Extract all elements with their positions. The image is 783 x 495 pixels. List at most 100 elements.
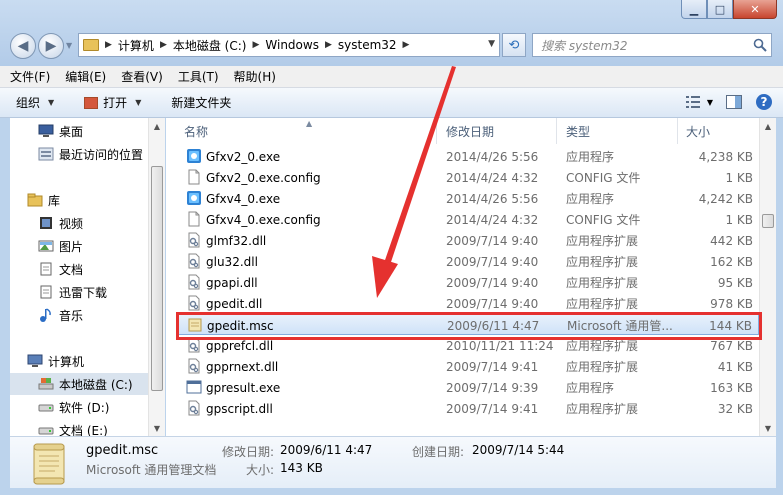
- scroll-down-icon[interactable]: ▼: [149, 420, 165, 436]
- file-name: Gfxv4_0.exe.config: [206, 212, 321, 227]
- file-row[interactable]: Gfxv4_0.exe 2014/4/26 5:56 应用程序 4,242 KB: [176, 188, 759, 209]
- breadcrumb-system32[interactable]: system32: [338, 38, 397, 52]
- menu-edit[interactable]: 编辑(E): [65, 68, 106, 85]
- breadcrumb-separator-icon[interactable]: ▶: [403, 40, 410, 50]
- menu-view[interactable]: 查看(V): [121, 68, 163, 85]
- downloads-folder-icon: [38, 284, 54, 300]
- file-row[interactable]: gpscript.dll 2009/7/14 9:41 应用程序扩展 32 KB: [176, 398, 759, 419]
- scrollbar-thumb[interactable]: [762, 214, 774, 228]
- menu-help[interactable]: 帮助(H): [234, 68, 276, 85]
- open-button[interactable]: 打开 ▼: [84, 94, 141, 111]
- app-file-icon: [186, 379, 202, 395]
- preview-pane-icon[interactable]: [725, 93, 743, 111]
- menu-tools[interactable]: 工具(T): [178, 68, 219, 85]
- nav-item-documents-e[interactable]: 文档 (E:): [38, 419, 108, 436]
- file-list-scrollbar[interactable]: ▲ ▼: [759, 118, 776, 436]
- close-button[interactable]: ✕: [733, 0, 777, 19]
- column-header-name[interactable]: 名称: [170, 118, 440, 144]
- computer-icon: [27, 353, 43, 369]
- back-button[interactable]: ◀: [10, 33, 36, 59]
- file-type: CONFIG 文件: [566, 171, 641, 185]
- breadcrumb-local-disk[interactable]: 本地磁盘 (C:): [173, 37, 247, 54]
- file-row[interactable]: glmf32.dll 2009/7/14 9:40 应用程序扩展 442 KB: [176, 230, 759, 251]
- file-row[interactable]: Gfxv2_0.exe.config 2014/4/24 4:32 CONFIG 文…: [176, 167, 759, 188]
- breadcrumb-separator-icon[interactable]: ▶: [160, 40, 167, 50]
- file-modified-date: 2009/7/14 9:40: [446, 233, 539, 248]
- dll-file-icon: [186, 253, 202, 269]
- nav-item-software-d[interactable]: 软件 (D:): [38, 396, 109, 418]
- breadcrumb-separator-icon[interactable]: ▶: [252, 40, 259, 50]
- recent-pages-dropdown-icon[interactable]: ▼: [66, 41, 72, 50]
- file-row[interactable]: gpedit.dll 2009/7/14 9:40 应用程序扩展 978 KB: [176, 293, 759, 314]
- search-icon[interactable]: [749, 34, 771, 56]
- file-modified-date: 2009/7/14 9:40: [446, 254, 539, 269]
- file-modified-date: 2014/4/26 5:56: [446, 149, 539, 164]
- breadcrumb-separator-icon[interactable]: ▶: [325, 40, 332, 50]
- file-type: CONFIG 文件: [566, 213, 641, 227]
- nav-item-local-disk-c[interactable]: 本地磁盘 (C:): [10, 373, 148, 395]
- file-name: gpapi.dll: [206, 275, 258, 290]
- window-titlebar: ▁ □ ✕ ◀ ▶ ▼ ▶ 计算机 ▶ 本地磁盘 (C:) ▶ Windows …: [0, 0, 783, 66]
- scrollbar-thumb[interactable]: [151, 166, 163, 391]
- nav-item-documents[interactable]: 文档: [38, 258, 83, 280]
- file-modified-date: 2009/7/14 9:40: [446, 275, 539, 290]
- drive-icon: [38, 422, 54, 436]
- nav-item-videos[interactable]: 视频: [38, 212, 83, 234]
- file-type: 应用程序扩展: [566, 297, 639, 311]
- search-input[interactable]: 搜索 system32: [532, 33, 772, 57]
- change-view-icon[interactable]: [685, 93, 703, 111]
- breadcrumb-windows[interactable]: Windows: [265, 38, 319, 52]
- file-size: 1 KB: [725, 170, 753, 185]
- new-folder-label: 新建文件夹: [171, 96, 232, 110]
- navigation-scrollbar[interactable]: ▲ ▼: [148, 118, 165, 436]
- scroll-up-icon[interactable]: ▲: [760, 118, 776, 134]
- details-filename: gpedit.msc: [86, 443, 159, 458]
- window-controls: ▁ □ ✕: [681, 0, 777, 19]
- dll-file-icon: [186, 358, 202, 374]
- column-header-date[interactable]: 修改日期: [432, 118, 552, 144]
- view-dropdown-icon[interactable]: ▼: [707, 98, 713, 107]
- maximize-button[interactable]: □: [707, 0, 733, 19]
- new-folder-button[interactable]: 新建文件夹: [171, 94, 231, 111]
- breadcrumb-separator-icon[interactable]: ▶: [105, 40, 112, 50]
- breadcrumb-computer[interactable]: 计算机: [118, 37, 154, 54]
- column-header-size[interactable]: 大小: [672, 118, 752, 144]
- doc-file-icon: [186, 169, 202, 185]
- file-size: 1 KB: [725, 212, 753, 227]
- address-bar[interactable]: ▶ 计算机 ▶ 本地磁盘 (C:) ▶ Windows ▶ system32 ▶…: [78, 33, 500, 57]
- nav-item-desktop[interactable]: 桌面: [38, 120, 83, 142]
- file-name: Gfxv4_0.exe: [206, 191, 281, 206]
- file-row[interactable]: glu32.dll 2009/7/14 9:40 应用程序扩展 162 KB: [176, 251, 759, 272]
- help-icon[interactable]: ?: [755, 93, 773, 111]
- nav-item-libraries[interactable]: 库: [27, 189, 60, 211]
- menu-bar: 文件(F) 编辑(E) 查看(V) 工具(T) 帮助(H): [0, 66, 783, 88]
- file-row[interactable]: gpprnext.dll 2009/7/14 9:41 应用程序扩展 41 KB: [176, 356, 759, 377]
- dll-file-icon: [186, 400, 202, 416]
- open-icon: [84, 96, 99, 109]
- scroll-up-icon[interactable]: ▲: [149, 118, 165, 134]
- forward-arrow-icon: ▶: [45, 38, 57, 54]
- nav-item-recent-places[interactable]: 最近访问的位置: [38, 143, 143, 165]
- nav-item-music[interactable]: 音乐: [38, 304, 83, 326]
- dll-file-icon: [186, 295, 202, 311]
- file-row[interactable]: Gfxv2_0.exe 2014/4/26 5:56 应用程序 4,238 KB: [176, 146, 759, 167]
- organize-button[interactable]: 组织 ▼: [16, 94, 54, 111]
- menu-file[interactable]: 文件(F): [10, 68, 50, 85]
- file-name: Gfxv2_0.exe: [206, 149, 281, 164]
- address-history-dropdown-icon[interactable]: ▼: [488, 39, 495, 49]
- file-type: 应用程序: [566, 381, 615, 395]
- forward-button[interactable]: ▶: [38, 33, 64, 59]
- file-row[interactable]: gpapi.dll 2009/7/14 9:40 应用程序扩展 95 KB: [176, 272, 759, 293]
- nav-item-computer[interactable]: 计算机: [27, 350, 84, 372]
- nav-item-pictures[interactable]: 图片: [38, 235, 83, 257]
- refresh-button[interactable]: ⟲: [502, 33, 526, 57]
- minimize-button[interactable]: ▁: [681, 0, 707, 19]
- nav-item-thunder-downloads[interactable]: 迅雷下载: [38, 281, 107, 303]
- details-file-type: Microsoft 通用管理文档: [86, 463, 217, 477]
- refresh-icon: ⟲: [508, 37, 520, 53]
- file-row[interactable]: gpresult.exe 2009/7/14 9:39 应用程序 163 KB: [176, 377, 759, 398]
- scroll-down-icon[interactable]: ▼: [760, 420, 776, 436]
- column-header-type[interactable]: 类型: [552, 118, 672, 144]
- file-row[interactable]: Gfxv4_0.exe.config 2014/4/24 4:32 CONFIG 文…: [176, 209, 759, 230]
- file-type: 应用程序扩展: [566, 276, 639, 290]
